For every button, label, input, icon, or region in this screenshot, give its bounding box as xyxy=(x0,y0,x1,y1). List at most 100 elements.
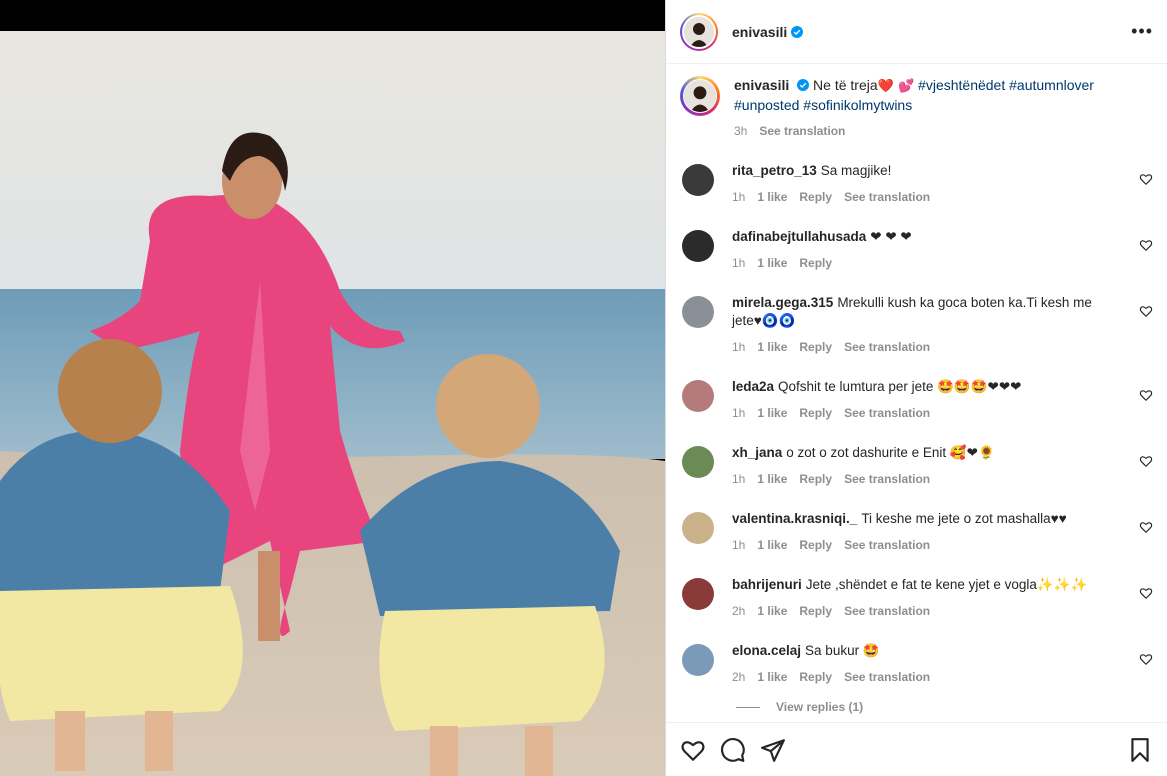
comment-time: 2h xyxy=(732,670,746,684)
reply-button[interactable]: Reply xyxy=(799,602,832,620)
comment-time: 1h xyxy=(732,256,746,270)
comment-row: rita_petro_13 Sa magjike! 1h 1 like Reply See… xyxy=(666,162,1167,206)
see-translation-button[interactable]: See translation xyxy=(759,122,845,140)
caption-avatar[interactable] xyxy=(680,76,720,116)
comment-text: Qofshit te lumtura per jete 🤩🤩🤩❤❤❤ xyxy=(778,379,1022,394)
comment-row: xh_jana o zot o zot dashurite e Enit 🥰❤🌻 1… xyxy=(666,444,1167,488)
like-comment-heart-icon[interactable] xyxy=(1139,172,1153,186)
see-translation-button[interactable]: See translation xyxy=(844,404,930,422)
hashtag-link[interactable]: #sofinikolmytwins xyxy=(803,97,912,113)
commenter-username[interactable]: mirela.gega.315 xyxy=(732,295,833,310)
share-icon[interactable] xyxy=(760,737,786,763)
author-avatar[interactable] xyxy=(680,12,718,51)
hashtag-link[interactable]: #unposted xyxy=(734,97,799,113)
see-translation-button[interactable]: See translation xyxy=(844,188,930,206)
comment-time: 1h xyxy=(732,340,746,354)
comments-list[interactable]: enivasili Ne të treja❤️ 💕 #vjeshtënëdet … xyxy=(666,64,1167,722)
comment-likes[interactable]: 1 like xyxy=(757,254,787,272)
heart-icon[interactable] xyxy=(680,737,706,763)
reply-button[interactable]: Reply xyxy=(799,536,832,554)
commenter-username[interactable]: valentina.krasniqi._ xyxy=(732,511,857,526)
comment-text: Sa bukur 🤩 xyxy=(805,643,880,658)
verified-badge-icon xyxy=(791,25,804,38)
see-translation-button[interactable]: See translation xyxy=(844,668,930,686)
comment-meta: 1h 1 like Reply See translation xyxy=(732,404,1112,422)
comment-meta: 2h 1 like Reply See translation xyxy=(732,668,1112,686)
comment-likes[interactable]: 1 like xyxy=(757,602,787,620)
comment-text: Jete ,shëndet e fat te kene yjet e vogla… xyxy=(805,577,1088,592)
like-comment-heart-icon[interactable] xyxy=(1139,304,1153,318)
comment-likes[interactable]: 1 like xyxy=(757,668,787,686)
bookmark-icon[interactable] xyxy=(1127,737,1153,763)
commenter-avatar[interactable] xyxy=(682,512,714,544)
comment-meta: 1h 1 like Reply See translation xyxy=(732,338,1112,356)
caption-time: 3h xyxy=(734,124,748,138)
comment-row: dafinabejtullahusada ❤ ❤ ❤ 1h 1 like Reply xyxy=(666,228,1167,272)
like-comment-heart-icon[interactable] xyxy=(1139,388,1153,402)
commenter-avatar[interactable] xyxy=(682,578,714,610)
commenter-avatar[interactable] xyxy=(682,296,714,328)
hashtag-link[interactable]: #vjeshtënëdet xyxy=(918,77,1005,93)
commenter-username[interactable]: bahrijenuri xyxy=(732,577,802,592)
comment-likes[interactable]: 1 like xyxy=(757,470,787,488)
see-translation-button[interactable]: See translation xyxy=(844,338,930,356)
comment-text: Ti keshe me jete o zot mashalla♥♥ xyxy=(861,511,1067,526)
caption-username[interactable]: enivasili xyxy=(734,77,789,93)
commenter-username[interactable]: leda2a xyxy=(732,379,774,394)
like-comment-heart-icon[interactable] xyxy=(1139,238,1153,252)
commenter-avatar[interactable] xyxy=(682,446,714,478)
comment-likes[interactable]: 1 like xyxy=(757,338,787,356)
commenter-username[interactable]: elona.celaj xyxy=(732,643,801,658)
comment-likes[interactable]: 1 like xyxy=(757,188,787,206)
commenter-avatar[interactable] xyxy=(682,230,714,262)
view-replies-button[interactable]: View replies (1) xyxy=(736,700,1167,714)
like-comment-heart-icon[interactable] xyxy=(1139,454,1153,468)
comment-icon[interactable] xyxy=(720,737,746,763)
more-options-button[interactable]: ••• xyxy=(1131,21,1153,42)
caption-meta: 3h See translation xyxy=(734,122,1114,140)
post-image-pane xyxy=(0,0,665,776)
post-caption: enivasili Ne të treja❤️ 💕 #vjeshtënëdet … xyxy=(666,64,1167,140)
post-photo[interactable] xyxy=(0,31,665,776)
comment-row: bahrijenuri Jete ,shëndet e fat te kene y… xyxy=(666,576,1167,620)
view-replies-label: View replies (1) xyxy=(776,700,864,714)
comment-text: o zot o zot dashurite e Enit 🥰❤🌻 xyxy=(786,445,995,460)
comment-likes[interactable]: 1 like xyxy=(757,536,787,554)
beach-photo-illustration xyxy=(0,31,665,776)
commenter-avatar[interactable] xyxy=(682,644,714,676)
commenter-avatar[interactable] xyxy=(682,164,714,196)
comment-time: 1h xyxy=(732,538,746,552)
see-translation-button[interactable]: See translation xyxy=(844,536,930,554)
commenter-username[interactable]: dafinabejtullahusada xyxy=(732,229,866,244)
comment-time: 1h xyxy=(732,406,746,420)
see-translation-button[interactable]: See translation xyxy=(844,602,930,620)
reply-button[interactable]: Reply xyxy=(799,254,832,272)
reply-button[interactable]: Reply xyxy=(799,470,832,488)
post-actions-bar xyxy=(666,722,1167,776)
commenter-avatar[interactable] xyxy=(682,380,714,412)
author-username[interactable]: enivasili xyxy=(732,24,787,40)
reply-button[interactable]: Reply xyxy=(799,188,832,206)
comment-likes[interactable]: 1 like xyxy=(757,404,787,422)
comment-text: Sa magjike! xyxy=(820,163,892,178)
reply-button[interactable]: Reply xyxy=(799,338,832,356)
replies-divider xyxy=(736,706,760,708)
author-avatar-image xyxy=(684,16,714,47)
hashtag-link[interactable]: #autumnlover xyxy=(1009,77,1094,93)
reply-button[interactable]: Reply xyxy=(799,404,832,422)
like-comment-heart-icon[interactable] xyxy=(1139,652,1153,666)
post-side-panel: enivasili ••• enivasili Ne të treja❤️ 💕 … xyxy=(665,0,1167,776)
reply-button[interactable]: Reply xyxy=(799,668,832,686)
see-translation-button[interactable]: See translation xyxy=(844,470,930,488)
like-comment-heart-icon[interactable] xyxy=(1139,586,1153,600)
caption-hearts: ❤️ 💕 xyxy=(877,79,915,94)
comment-meta: 1h 1 like Reply See translation xyxy=(732,536,1112,554)
comment-meta: 1h 1 like Reply xyxy=(732,254,1112,272)
commenter-username[interactable]: rita_petro_13 xyxy=(732,163,817,178)
commenter-username[interactable]: xh_jana xyxy=(732,445,782,460)
comment-row: leda2a Qofshit te lumtura per jete 🤩🤩🤩❤❤❤… xyxy=(666,378,1167,422)
comment-meta: 2h 1 like Reply See translation xyxy=(732,602,1112,620)
like-comment-heart-icon[interactable] xyxy=(1139,520,1153,534)
verified-badge-icon xyxy=(797,79,810,91)
comment-time: 1h xyxy=(732,190,746,204)
